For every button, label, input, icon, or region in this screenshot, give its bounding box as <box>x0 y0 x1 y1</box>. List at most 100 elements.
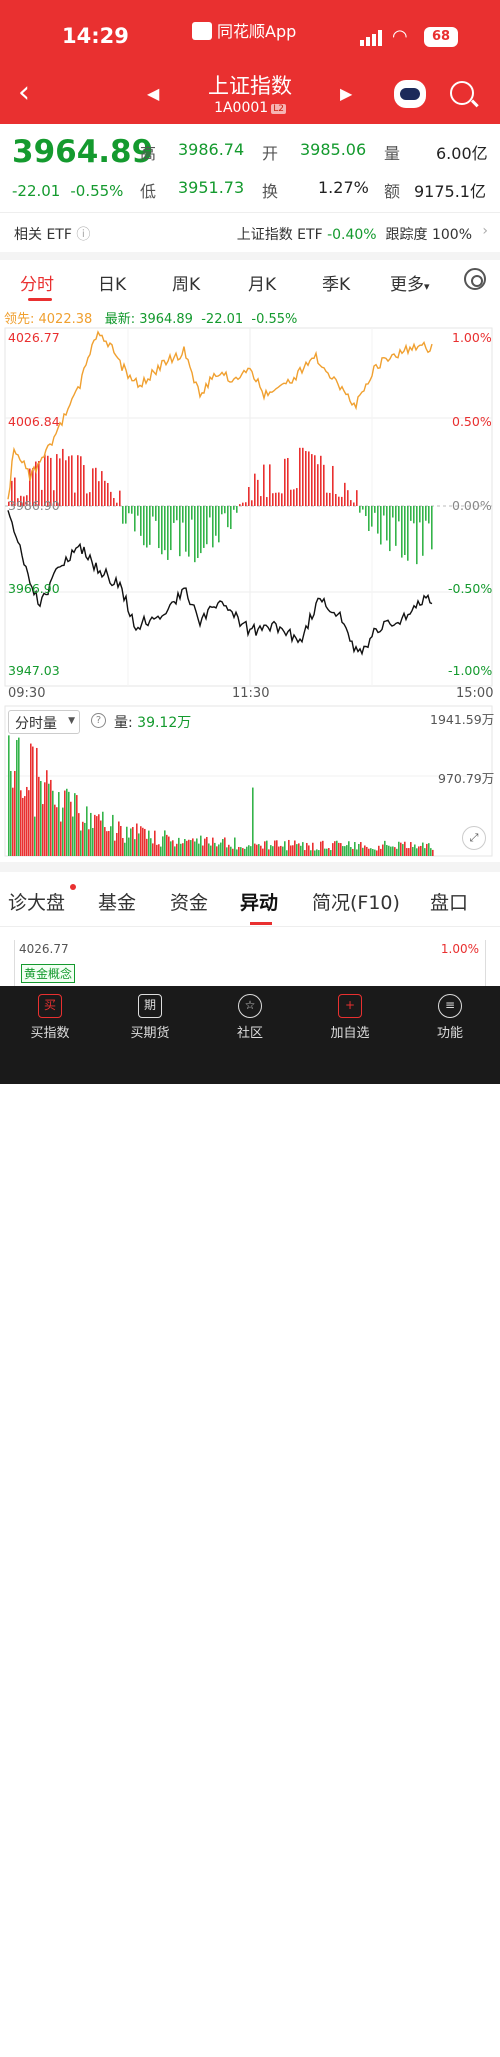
change-bar <box>323 464 325 506</box>
volume-bar <box>212 837 214 856</box>
nav-functions[interactable]: ≡ 功能 <box>410 994 490 1041</box>
change-bar <box>209 506 211 518</box>
volume-bar <box>116 832 118 856</box>
tab-intraday[interactable]: 分时 <box>20 270 54 301</box>
change-bar <box>320 455 322 506</box>
back-icon[interactable]: ‹ <box>18 78 30 108</box>
change-bar <box>194 506 196 563</box>
tab-capital[interactable]: 资金 <box>170 888 208 915</box>
change-bar <box>158 506 160 549</box>
price-mid-label: 4006.84 <box>8 414 60 429</box>
volume-bar <box>82 821 84 856</box>
volume-bar <box>254 843 256 856</box>
volume-bar <box>342 846 344 856</box>
volume-bar <box>8 735 10 856</box>
volume-label: 量 <box>384 144 401 163</box>
search-icon[interactable] <box>450 81 474 105</box>
volume-bar <box>96 816 98 856</box>
volume-bar <box>100 820 102 856</box>
volume-bar <box>262 848 264 856</box>
tab-daily[interactable]: 日K <box>98 270 126 295</box>
volume-bar <box>248 845 250 856</box>
time-mid: 11:30 <box>232 686 270 701</box>
change-bar <box>395 506 397 546</box>
prev-stock-icon[interactable]: ◀ <box>147 84 159 103</box>
next-stock-icon[interactable]: ▶ <box>340 84 352 103</box>
volume-bar <box>52 790 54 856</box>
volume-bar <box>124 842 126 856</box>
volume-bar <box>404 841 406 856</box>
tab-more[interactable]: 更多▾ <box>390 270 430 295</box>
low-value: 3951.73 <box>178 178 245 197</box>
home-indicator <box>162 2052 338 2057</box>
change-bar <box>392 506 394 518</box>
tab-fund[interactable]: 基金 <box>98 888 136 915</box>
price-bottom-label: 3947.03 <box>8 663 60 678</box>
volume-bar <box>154 830 156 856</box>
volume-bar <box>222 839 224 856</box>
volume-bar <box>316 849 318 856</box>
nav-buy-index[interactable]: 买买指数 <box>10 994 90 1041</box>
change-bar <box>239 504 241 506</box>
change-bar <box>107 483 109 506</box>
volume-bar <box>382 844 384 856</box>
robot-assistant-icon[interactable] <box>394 80 426 108</box>
change-bar <box>281 493 283 506</box>
change-bar <box>122 506 124 524</box>
volume-selector[interactable]: 分时量 <box>8 710 80 734</box>
volume-bar <box>318 850 320 856</box>
volume-bar <box>86 806 88 856</box>
volume-bar <box>138 833 140 856</box>
etf-name: 上证指数 ETF <box>236 227 323 243</box>
volume-bar <box>162 836 164 856</box>
volume-bar <box>90 812 92 856</box>
nav-buy-index-label: 买指数 <box>30 1026 70 1041</box>
nav-add-watchlist[interactable]: + 加自选 <box>310 994 390 1041</box>
volume-bar <box>196 838 198 856</box>
tab-diagnose-label: 诊大盘 <box>8 892 66 914</box>
volume-bar <box>264 841 266 856</box>
concept-tag[interactable]: 黄金概念 <box>21 964 76 983</box>
change-bar <box>188 506 190 557</box>
tab-monthly[interactable]: 月K <box>248 270 276 295</box>
volume-bar <box>340 843 342 856</box>
volume-bar <box>176 843 178 856</box>
volume-bar <box>282 846 284 856</box>
volume-bar <box>10 770 12 856</box>
settings-icon[interactable] <box>464 268 486 290</box>
intraday-chart[interactable] <box>0 326 500 688</box>
tab-weekly[interactable]: 周K <box>172 270 200 295</box>
help-icon[interactable]: ? <box>91 713 106 728</box>
nav-community[interactable]: ☆ 社区 <box>210 994 290 1041</box>
volume-bar <box>352 848 354 856</box>
fullscreen-icon[interactable]: ⤢ <box>462 826 486 850</box>
nav-functions-label: 功能 <box>436 1026 463 1041</box>
tab-anomaly[interactable]: 异动 <box>240 888 278 925</box>
tab-quarterly[interactable]: 季K <box>322 270 350 295</box>
tab-diagnose[interactable]: 诊大盘 <box>8 884 76 915</box>
volume-bar <box>286 850 288 856</box>
volume-bar <box>258 844 260 856</box>
tab-orderbook[interactable]: 盘口 <box>430 888 468 915</box>
volume-bar <box>376 850 378 856</box>
change-bar <box>182 506 184 523</box>
app-icon <box>192 22 212 40</box>
chevron-right-icon: › <box>482 223 488 239</box>
volume-bar <box>250 846 252 856</box>
volume-bar <box>242 848 244 856</box>
price-low-label: 3966.90 <box>8 581 60 596</box>
volume-bar <box>372 848 374 856</box>
etf-bar[interactable]: 相关 ETF ⓘ 上证指数 ETF -0.40% 跟踪度 100% › <box>0 214 500 252</box>
nav-buy-futures[interactable]: 期买期货 <box>110 994 190 1041</box>
anomaly-mini-chart: 4026.77 1.00% 黄金概念 <box>14 940 486 986</box>
change-bar <box>185 506 187 552</box>
volume-bar <box>290 845 292 856</box>
volume-bar <box>28 790 30 856</box>
volume-bar <box>366 846 368 856</box>
change-bar <box>401 506 403 558</box>
nav-add-watchlist-label: 加自选 <box>330 1026 370 1041</box>
change-bar <box>356 490 358 506</box>
volume-bar <box>22 797 24 856</box>
tab-f10[interactable]: 简况(F10) <box>312 888 400 915</box>
volume-bar <box>358 843 360 856</box>
